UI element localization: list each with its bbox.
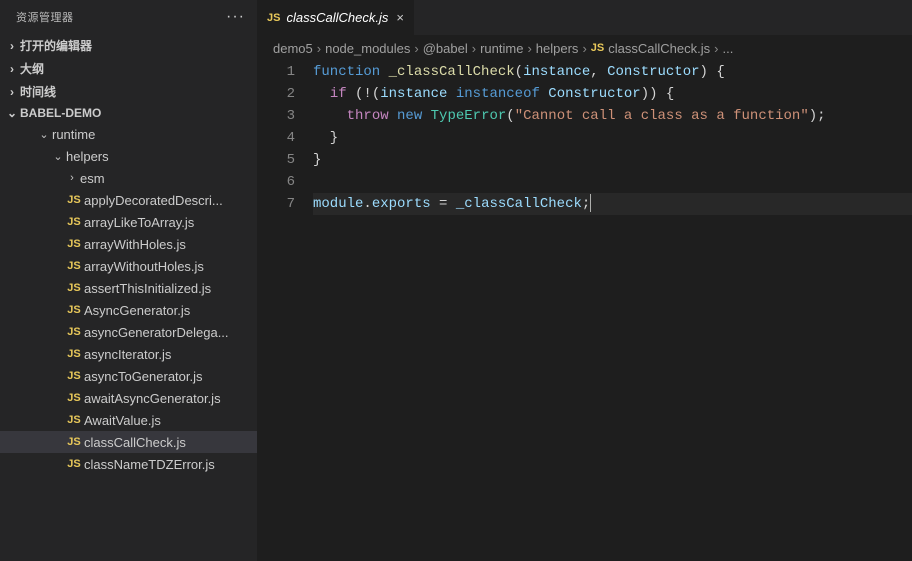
tree-folder-esm[interactable]: › esm: [0, 167, 257, 189]
breadcrumb-more[interactable]: ...: [722, 41, 733, 56]
js-icon: JS: [64, 348, 84, 360]
timeline-label: 时间线: [20, 83, 56, 100]
file-label: asyncGeneratorDelega...: [84, 325, 229, 340]
chevron-right-icon: ›: [317, 41, 321, 56]
file-label: AwaitValue.js: [84, 413, 161, 428]
chevron-down-icon: ⌄: [50, 150, 66, 163]
breadcrumb-part[interactable]: node_modules: [325, 41, 410, 56]
breadcrumb-part[interactable]: @babel: [423, 41, 468, 56]
explorer-title: 资源管理器: [16, 9, 74, 25]
editor-pane: JS classCallCheck.js × demo5 › node_modul…: [257, 0, 912, 561]
chevron-right-icon: ›: [714, 41, 718, 56]
js-icon: JS: [64, 436, 84, 448]
code-editor[interactable]: 1234567 function _classCallCheck(instanc…: [257, 61, 912, 561]
file-label: applyDecoratedDescri...: [84, 193, 223, 208]
more-icon[interactable]: ···: [226, 8, 245, 26]
js-icon: JS: [64, 304, 84, 316]
js-icon: JS: [64, 238, 84, 250]
sidebar: 资源管理器 ··· › 打开的编辑器 › 大纲 › 时间线 ⌄ BABEL-DE…: [0, 0, 257, 561]
chevron-right-icon: ›: [472, 41, 476, 56]
chevron-right-icon: ›: [582, 41, 586, 56]
file-label: AsyncGenerator.js: [84, 303, 190, 318]
file-label: arrayLikeToArray.js: [84, 215, 194, 230]
code-line: module.exports = _classCallCheck;: [313, 193, 912, 215]
breadcrumb[interactable]: demo5 › node_modules › @babel › runtime › he…: [257, 35, 912, 61]
chevron-right-icon: ›: [4, 62, 20, 76]
sidebar-header: 资源管理器 ···: [0, 0, 257, 34]
code-line: if (!(instance instanceof Constructor)) …: [313, 83, 912, 105]
tab-classcallcheck[interactable]: JS classCallCheck.js ×: [257, 0, 415, 35]
tree-folder-runtime[interactable]: ⌄ runtime: [0, 123, 257, 145]
outline-section[interactable]: › 大纲: [0, 57, 257, 80]
outline-label: 大纲: [20, 60, 44, 77]
chevron-down-icon: ⌄: [36, 128, 52, 141]
tree-file[interactable]: JSarrayLikeToArray.js: [0, 211, 257, 233]
project-label: BABEL-DEMO: [20, 106, 101, 120]
js-icon: JS: [64, 392, 84, 404]
chevron-down-icon: ⌄: [4, 106, 20, 120]
code-line: function _classCallCheck(instance, Const…: [313, 61, 912, 83]
file-label: assertThisInitialized.js: [84, 281, 211, 296]
tree-file[interactable]: JSarrayWithoutHoles.js: [0, 255, 257, 277]
tree-file[interactable]: JSAsyncGenerator.js: [0, 299, 257, 321]
js-icon: JS: [64, 414, 84, 426]
breadcrumb-file[interactable]: classCallCheck.js: [608, 41, 710, 56]
tree-file[interactable]: JSclassNameTDZError.js: [0, 453, 257, 475]
tree-file[interactable]: JSAwaitValue.js: [0, 409, 257, 431]
js-icon: JS: [64, 458, 84, 470]
tree-file[interactable]: JSarrayWithHoles.js: [0, 233, 257, 255]
file-label: arrayWithoutHoles.js: [84, 259, 204, 274]
folder-label: esm: [80, 171, 105, 186]
folder-label: runtime: [52, 127, 95, 142]
file-label: classNameTDZError.js: [84, 457, 215, 472]
breadcrumb-part[interactable]: runtime: [480, 41, 523, 56]
file-label: arrayWithHoles.js: [84, 237, 186, 252]
js-icon: JS: [64, 260, 84, 272]
code-line: throw new TypeError("Cannot call a class…: [313, 105, 912, 127]
text-cursor: [590, 194, 591, 212]
tree-folder-helpers[interactable]: ⌄ helpers: [0, 145, 257, 167]
tree-file[interactable]: JSasyncGeneratorDelega...: [0, 321, 257, 343]
js-icon: JS: [64, 370, 84, 382]
code-line: [313, 171, 912, 193]
file-tree: ⌄ runtime ⌄ helpers › esm JSapplyDecorat…: [0, 123, 257, 561]
file-label: awaitAsyncGenerator.js: [84, 391, 221, 406]
file-label: asyncIterator.js: [84, 347, 171, 362]
file-label: classCallCheck.js: [84, 435, 186, 450]
tree-file[interactable]: JSawaitAsyncGenerator.js: [0, 387, 257, 409]
tab-label: classCallCheck.js: [286, 10, 388, 25]
tree-file[interactable]: JSasyncToGenerator.js: [0, 365, 257, 387]
file-label: asyncToGenerator.js: [84, 369, 203, 384]
close-icon[interactable]: ×: [396, 10, 404, 25]
code-line: }: [313, 149, 912, 171]
breadcrumb-part[interactable]: helpers: [536, 41, 579, 56]
chevron-right-icon: ›: [64, 172, 80, 184]
js-icon: JS: [267, 12, 280, 24]
open-editors-label: 打开的编辑器: [20, 37, 92, 54]
timeline-section[interactable]: › 时间线: [0, 80, 257, 103]
chevron-right-icon: ›: [4, 85, 20, 99]
chevron-right-icon: ›: [4, 39, 20, 53]
tabs-bar: JS classCallCheck.js ×: [257, 0, 912, 35]
js-icon: JS: [591, 42, 604, 54]
tree-file[interactable]: JSassertThisInitialized.js: [0, 277, 257, 299]
breadcrumb-part[interactable]: demo5: [273, 41, 313, 56]
chevron-right-icon: ›: [527, 41, 531, 56]
code-content[interactable]: function _classCallCheck(instance, Const…: [313, 61, 912, 561]
js-icon: JS: [64, 326, 84, 338]
folder-label: helpers: [66, 149, 109, 164]
tree-file[interactable]: JSclassCallCheck.js: [0, 431, 257, 453]
js-icon: JS: [64, 282, 84, 294]
js-icon: JS: [64, 194, 84, 206]
js-icon: JS: [64, 216, 84, 228]
project-section[interactable]: ⌄ BABEL-DEMO: [0, 103, 257, 123]
code-line: }: [313, 127, 912, 149]
tree-file[interactable]: JSasyncIterator.js: [0, 343, 257, 365]
chevron-right-icon: ›: [414, 41, 418, 56]
tree-file[interactable]: JSapplyDecoratedDescri...: [0, 189, 257, 211]
open-editors-section[interactable]: › 打开的编辑器: [0, 34, 257, 57]
line-gutter: 1234567: [257, 61, 313, 561]
